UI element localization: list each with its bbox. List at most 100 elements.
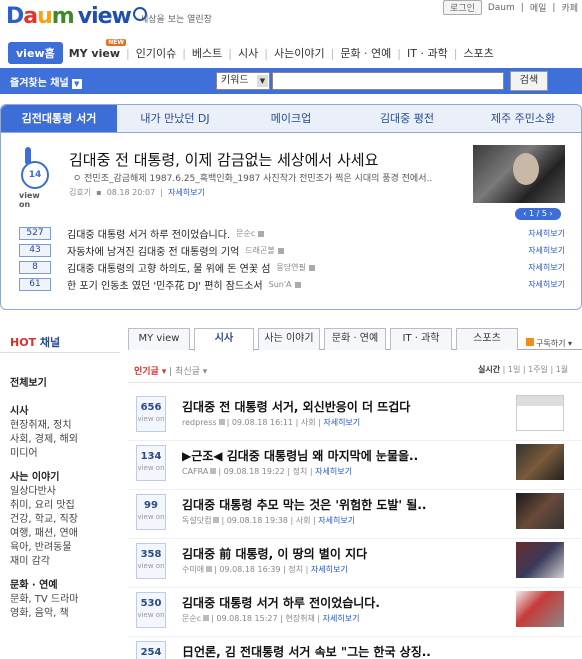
article-title[interactable]: 日언론, 김 전대통령 서거 속보 "그는 한국 상징.. xyxy=(182,643,502,659)
featured-title[interactable]: 김대중 전 대통령, 이제 감금없는 세상에서 사세요 xyxy=(69,149,378,170)
nav-life-stories[interactable]: 사는이야기 xyxy=(268,45,331,61)
tab-my-view[interactable]: MY view xyxy=(128,328,190,350)
list-item-title[interactable]: 한 포기 인동초 였던 '민주花 DJ' 편히 잠드소서 xyxy=(67,277,263,292)
more-link[interactable]: 자세히보기 xyxy=(528,228,565,239)
article-thumbnail[interactable] xyxy=(516,395,564,431)
nav-current-affairs[interactable]: 시사 xyxy=(232,45,264,61)
channel-item[interactable]: 현장취재, 정치 xyxy=(10,419,120,433)
featured-tab[interactable]: 김전대통령 서거 xyxy=(1,105,117,132)
view-all-link[interactable]: 전체보기 xyxy=(10,374,120,389)
tab-current-affairs[interactable]: 시사 xyxy=(194,328,254,351)
keyword-select[interactable]: 키워드 ▼ xyxy=(216,72,270,90)
article-thumbnail[interactable] xyxy=(516,444,564,480)
channel-item[interactable]: 취미, 요리 맛집 xyxy=(10,499,120,513)
featured-photo[interactable] xyxy=(473,145,565,203)
channel-item[interactable]: 사회, 경제, 해외 xyxy=(10,433,120,447)
channel-group-head[interactable]: 사는 이야기 xyxy=(10,471,120,485)
article-title[interactable]: 김대중 전 대통령 서거, 외신반응이 더 뜨겁다 xyxy=(182,398,502,415)
channel-item[interactable]: 여행, 패션, 연애 xyxy=(10,527,120,541)
article-thumbnail[interactable] xyxy=(516,493,564,529)
view-on-button[interactable]: 134 view on xyxy=(136,445,166,481)
article-title[interactable]: 김대중 대통령 추모 막는 것은 '위험한 도발' 될.. xyxy=(182,496,502,513)
tab-culture[interactable]: 문화 · 연예 xyxy=(324,328,386,350)
list-item-title[interactable]: 김대중 대통령 서거 하루 전이었습니다. xyxy=(67,226,230,241)
more-link[interactable]: 자세히보기 xyxy=(528,279,565,290)
article-thumbnail[interactable] xyxy=(516,542,564,578)
daum-view-logo[interactable]: Daum view xyxy=(6,4,147,29)
top-links: 로그인 Daum | 메일 | 카페 xyxy=(443,0,578,15)
channel-item[interactable]: 육아, 반려동물 xyxy=(10,541,120,555)
list-item-title[interactable]: 자동차에 남겨진 김대중 전 대통령의 기억 xyxy=(67,243,239,258)
nav-sports[interactable]: 스포츠 xyxy=(457,45,499,61)
list-item-title[interactable]: 김대중 대통령의 고향 하의도, 물 위에 돈 연꽃 섬 xyxy=(67,260,270,275)
sort-popular[interactable]: 인기글 xyxy=(134,367,159,377)
view-on-badge[interactable]: 14 view on xyxy=(19,147,53,209)
article-meta: redpress | 09.08.18 16:11 | 사회 | 자세히보기 xyxy=(182,418,361,427)
featured-tab[interactable]: 제주 주민소환 xyxy=(465,105,581,132)
daum-link[interactable]: Daum xyxy=(488,3,515,13)
nav-it-science[interactable]: IT · 과학 xyxy=(401,45,454,61)
featured-issue-panel: 김전대통령 서거 내가 만났던 DJ 메이크업 김대중 평전 제주 주민소환 1… xyxy=(0,104,582,310)
main-nav: view홈 MY view NEW | 인기이슈 | 베스트 | 시사 | 사는이… xyxy=(8,38,578,64)
view-on-button[interactable]: 358 view on xyxy=(136,543,166,579)
category-tabs: MY view 시사 사는 이야기 문화 · 연예 IT · 과학 스포츠 xyxy=(128,328,582,351)
channel-item[interactable]: 건강, 학교, 직장 xyxy=(10,513,120,527)
more-link[interactable]: 자세히보기 xyxy=(528,245,565,256)
view-on-button[interactable]: 530 view on xyxy=(136,592,166,628)
more-link[interactable]: 자세히보기 xyxy=(323,418,360,427)
tab-sports[interactable]: 스포츠 xyxy=(456,328,518,350)
mail-link[interactable]: 메일 xyxy=(530,1,547,14)
divider xyxy=(128,382,582,383)
sort-latest[interactable]: 최신글 xyxy=(175,367,200,377)
article-row: 134 view on ▶근조◀ 김대중 대통령님 왜 마지막에 눈물을.. CA… xyxy=(128,441,582,490)
tab-it-science[interactable]: IT · 과학 xyxy=(390,328,452,350)
tab-life-stories[interactable]: 사는 이야기 xyxy=(258,328,320,350)
new-badge: NEW xyxy=(106,38,126,46)
article-title[interactable]: 김대중 前 대통령, 이 땅의 별이 지다 xyxy=(182,545,502,562)
view-on-button[interactable]: 99 view on xyxy=(136,494,166,530)
featured-pager[interactable]: ‹ 1 / 5 › xyxy=(515,208,561,220)
featured-more-link[interactable]: 자세히보기 xyxy=(168,188,205,197)
period-option[interactable]: 1주일 xyxy=(528,365,548,374)
search-input[interactable] xyxy=(272,72,504,90)
nav-my-view[interactable]: MY view NEW xyxy=(63,38,126,60)
subscribe-button[interactable]: 구독하기 ▾ xyxy=(526,338,572,349)
view-on-button[interactable]: 254view on xyxy=(136,641,166,659)
nav-best[interactable]: 베스트 xyxy=(186,45,228,61)
article-meta: CAFRA | 09.08.18 19:22 | 정치 | 자세히보기 xyxy=(182,467,352,476)
channel-group-head[interactable]: 문화 · 연예 xyxy=(10,579,120,593)
nav-view-home[interactable]: view홈 xyxy=(8,42,63,64)
period-realtime[interactable]: 실시간 xyxy=(478,365,500,374)
rss-icon xyxy=(526,338,534,346)
more-link[interactable]: 자세히보기 xyxy=(323,614,360,623)
channel-group-head[interactable]: 시사 xyxy=(10,405,120,419)
article-row: 358 view on 김대중 前 대통령, 이 땅의 별이 지다 수미애 | 09… xyxy=(128,539,582,588)
more-link[interactable]: 자세히보기 xyxy=(528,262,565,273)
login-button[interactable]: 로그인 xyxy=(443,0,482,15)
channel-item[interactable]: 일상다반사 xyxy=(10,485,120,499)
channel-item[interactable]: 재미 감각 xyxy=(10,555,120,569)
channel-item[interactable]: 문화, TV 드라마 xyxy=(10,593,120,607)
more-link[interactable]: 자세히보기 xyxy=(311,565,348,574)
cafe-link[interactable]: 카페 xyxy=(561,1,578,14)
square-icon xyxy=(213,517,220,523)
search-button[interactable]: 검색 xyxy=(510,71,548,91)
featured-tab[interactable]: 내가 만났던 DJ xyxy=(117,105,233,132)
view-on-button[interactable]: 656 view on xyxy=(136,396,166,432)
channel-item[interactable]: 영화, 음악, 책 xyxy=(10,607,120,621)
nav-popular-issue[interactable]: 인기이슈 xyxy=(130,45,182,61)
chevron-down-icon: ▾ xyxy=(161,367,167,377)
channel-item[interactable]: 미디어 xyxy=(10,447,120,461)
favorite-channel-dropdown[interactable]: 즐겨찾는 채널 ▼ xyxy=(10,74,82,89)
article-thumbnail[interactable] xyxy=(516,591,564,627)
article-title[interactable]: 김대중 대통령 서거 하루 전이었습니다. xyxy=(182,594,502,611)
period-option[interactable]: 1월 xyxy=(556,365,568,374)
more-link[interactable]: 자세히보기 xyxy=(315,467,352,476)
article-title[interactable]: ▶근조◀ 김대중 대통령님 왜 마지막에 눈물을.. xyxy=(182,447,502,464)
nav-culture[interactable]: 문화 · 연예 xyxy=(334,45,397,61)
featured-tab[interactable]: 메이크업 xyxy=(233,105,349,132)
more-link[interactable]: 자세히보기 xyxy=(318,516,355,525)
search-bar: 즐겨찾는 채널 ▼ 키워드 ▼ 검색 xyxy=(0,68,582,94)
featured-tab[interactable]: 김대중 평전 xyxy=(349,105,465,132)
period-option[interactable]: 1일 xyxy=(508,365,520,374)
